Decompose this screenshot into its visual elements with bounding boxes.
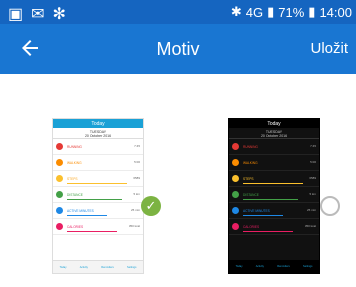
chat-icon: ✉ <box>31 6 45 23</box>
selected-check-icon[interactable]: ✓ <box>141 196 161 216</box>
preview-tabbar: Today Activity Reminders Settings <box>53 260 143 273</box>
bug-icon: ✻ <box>52 6 66 23</box>
list-item: RUNNING 7:45 <box>53 139 143 155</box>
list-item: CALORIES 350 kcal <box>229 219 319 235</box>
preview-date-text: 20 October 2016 <box>260 134 288 138</box>
preview-date: TUESDAY 20 October 2016 <box>53 128 143 139</box>
list-item: RUNNING 7:45 <box>229 139 319 155</box>
list-item: STEPS 6589 <box>53 171 143 187</box>
signal-icon: ▮ <box>267 4 275 19</box>
network-type: 4G <box>245 4 264 20</box>
battery-percent: 71% <box>278 4 305 20</box>
battery-icon: ▮ <box>308 4 316 19</box>
list-item: DISTANCE 5 km <box>229 187 319 203</box>
list-item: DISTANCE 5 km <box>53 187 143 203</box>
unselected-radio[interactable] <box>320 196 340 216</box>
list-item: CALORIES 350 kcal <box>53 219 143 235</box>
preview-header: Today <box>53 119 143 128</box>
theme-dark-preview[interactable]: Today TUESDAY 20 October 2016 RUNNING 7:4… <box>228 118 320 274</box>
save-button[interactable]: Uložit <box>310 40 348 57</box>
theme-light-preview[interactable]: Today TUESDAY 20 October 2016 RUNNING 7:4… <box>52 118 144 274</box>
preview-header: Today <box>229 119 319 128</box>
list-item: ACTIVE MINUTES 25 min <box>229 203 319 219</box>
gallery-icon: ▣ <box>8 6 24 23</box>
status-bar: ▣ ✉ ✻ ✱ 4G ▮ 71% ▮ 14:00 <box>0 0 356 24</box>
page-title: Motiv <box>156 39 200 59</box>
preview-date-text: 20 October 2016 <box>84 134 112 138</box>
list-item: STEPS 6589 <box>229 171 319 187</box>
list-item: WALKING 5:00 <box>53 155 143 171</box>
bluetooth-icon: ✱ <box>230 4 242 19</box>
list-item: ACTIVE MINUTES 25 min <box>53 203 143 219</box>
list-item: WALKING 5:00 <box>229 155 319 171</box>
preview-date: TUESDAY 20 October 2016 <box>229 128 319 139</box>
preview-tabbar: Today Activity Reminders Settings <box>229 260 319 273</box>
app-bar: Motiv Uložit <box>0 24 356 74</box>
clock: 14:00 <box>319 4 352 20</box>
theme-picker: Today TUESDAY 20 October 2016 RUNNING 7:4… <box>0 74 356 287</box>
